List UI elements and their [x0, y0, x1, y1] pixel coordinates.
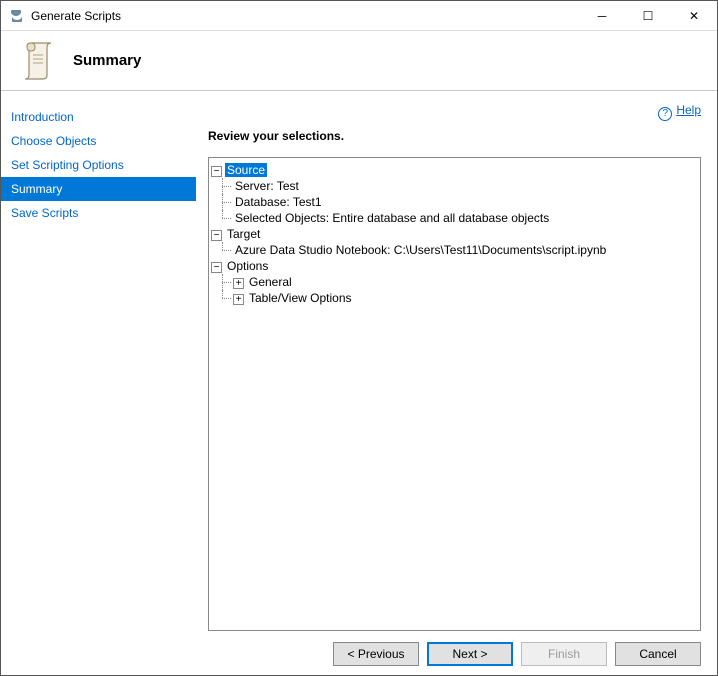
expander-options[interactable]: −: [211, 262, 222, 273]
cancel-button[interactable]: Cancel: [615, 642, 701, 666]
minimize-button[interactable]: ─: [579, 1, 625, 31]
window-title: Generate Scripts: [31, 9, 579, 23]
titlebar: Generate Scripts ─ ☐ ✕: [1, 1, 717, 31]
tree-server[interactable]: Server: Test: [233, 179, 301, 193]
summary-tree[interactable]: −Source Server: Test Database: Test1 Sel…: [208, 157, 701, 631]
tree-row: +General: [215, 274, 698, 290]
tree-database[interactable]: Database: Test1: [233, 195, 324, 209]
finish-button: Finish: [521, 642, 607, 666]
previous-button[interactable]: < Previous: [333, 642, 419, 666]
wizard-header: Summary: [1, 31, 717, 91]
close-button[interactable]: ✕: [671, 1, 717, 31]
sidebar-item-save-scripts[interactable]: Save Scripts: [1, 201, 196, 225]
sidebar-item-choose-objects[interactable]: Choose Objects: [1, 129, 196, 153]
tree-node-target[interactable]: Target: [225, 227, 262, 241]
script-scroll-icon: [21, 41, 57, 81]
sidebar-item-set-scripting-options[interactable]: Set Scripting Options: [1, 153, 196, 177]
window-buttons: ─ ☐ ✕: [579, 1, 717, 31]
app-icon: [9, 8, 25, 24]
tree-notebook-path[interactable]: Azure Data Studio Notebook: C:\Users\Tes…: [233, 243, 608, 257]
tree-row: Server: Test: [215, 178, 698, 194]
help-link[interactable]: Help: [676, 103, 701, 117]
tree-general[interactable]: General: [247, 275, 294, 289]
tree-row: +Table/View Options: [215, 290, 698, 306]
tree-selected-objects[interactable]: Selected Objects: Entire database and al…: [233, 211, 551, 225]
tree-node-source[interactable]: Source: [225, 163, 267, 177]
main-panel: ?Help Review your selections. −Source Se…: [196, 91, 717, 631]
page-title: Summary: [73, 52, 141, 69]
wizard-sidebar: Introduction Choose Objects Set Scriptin…: [1, 91, 196, 631]
next-button[interactable]: Next >: [427, 642, 513, 666]
expander-general[interactable]: +: [233, 278, 244, 289]
tree-row: Selected Objects: Entire database and al…: [215, 210, 698, 226]
wizard-footer: < Previous Next > Finish Cancel: [1, 631, 717, 675]
sidebar-item-summary[interactable]: Summary: [1, 177, 196, 201]
expander-tableview[interactable]: +: [233, 294, 244, 305]
help-icon[interactable]: ?: [658, 107, 672, 121]
expander-target[interactable]: −: [211, 230, 222, 241]
maximize-button[interactable]: ☐: [625, 1, 671, 31]
review-selections-heading: Review your selections.: [208, 129, 701, 143]
tree-tableview[interactable]: Table/View Options: [247, 291, 354, 305]
tree-node-options[interactable]: Options: [225, 259, 270, 273]
tree-row: Azure Data Studio Notebook: C:\Users\Tes…: [215, 242, 698, 258]
sidebar-item-introduction[interactable]: Introduction: [1, 105, 196, 129]
expander-source[interactable]: −: [211, 166, 222, 177]
tree-row: Database: Test1: [215, 194, 698, 210]
